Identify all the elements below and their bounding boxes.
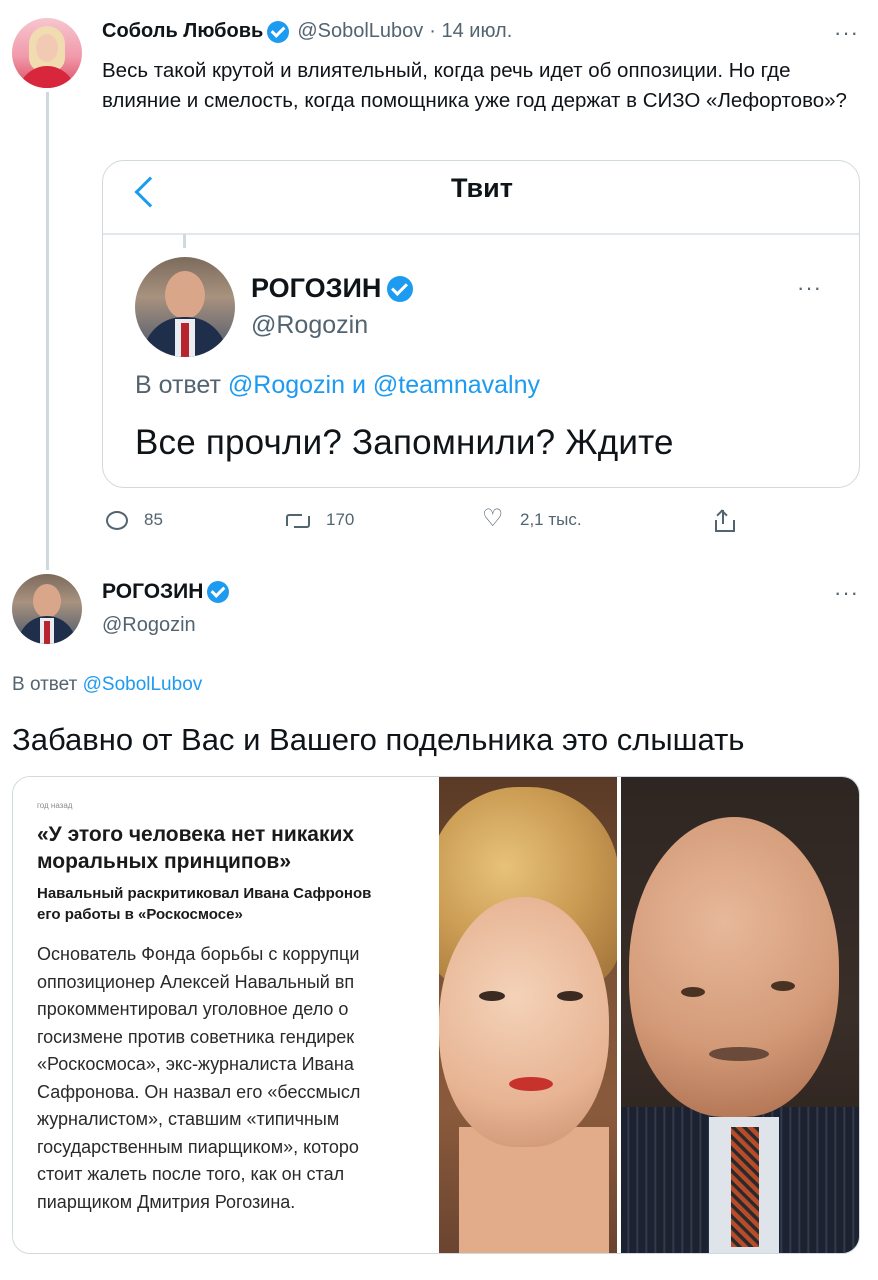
photo-tie: [731, 1127, 759, 1247]
heart-icon: ♡: [482, 505, 504, 532]
article-subtitle-line: его работы в «Роскосмосе»: [37, 906, 243, 923]
tweet2-reply-prefix: В ответ: [12, 674, 78, 695]
article-quote-line: моральных принципов»: [37, 850, 291, 873]
embedded-avatar-rogozin[interactable]: [135, 257, 235, 357]
avatar-rogozin[interactable]: [12, 574, 82, 644]
thread-connector-line: [46, 92, 49, 570]
photo-eye: [771, 981, 795, 991]
photo-eye: [479, 991, 505, 1001]
embedded-reply-and: и: [351, 371, 366, 399]
article-quote: «У этого человека нет никаких моральных …: [37, 821, 439, 875]
tweet1-author-name[interactable]: Соболь Любовь: [102, 20, 263, 43]
article-body-line: государственным пиарщиком», которо: [37, 1136, 359, 1157]
embedded-reply-mention-rogozin[interactable]: @Rogozin: [228, 371, 345, 399]
article-date: год назад: [37, 801, 73, 810]
retweet-icon: [286, 512, 310, 528]
article-body-line: стоит жалеть после того, как он стал: [37, 1164, 345, 1184]
article-body-line: «Роскосмоса», экс-журналиста Ивана: [37, 1054, 354, 1074]
avatar-tie: [44, 621, 50, 644]
verified-badge-icon: [267, 20, 290, 43]
tweet1-date[interactable]: · 14 июл.: [429, 20, 512, 43]
article-body-line: госизмене против советника гендирек: [37, 1026, 355, 1047]
reply-icon: [106, 510, 128, 530]
photo-eye: [557, 991, 583, 1001]
article-subtitle-line: Навальный раскритиковал Ивана Сафронов: [37, 885, 372, 902]
verified-badge-icon: [207, 581, 230, 603]
article-quote-line: «У этого человека нет никаких: [37, 823, 355, 846]
article-body-line: пиарщиком Дмитрия Рогозина.: [37, 1191, 296, 1212]
embedded-header-divider: [103, 233, 859, 235]
like-count: 2,1 тыс.: [520, 510, 582, 529]
article-body-line: журналистом», ставшим «типичным: [37, 1109, 340, 1129]
photo-mustache: [709, 1047, 769, 1061]
retweet-count: 170: [326, 510, 355, 529]
reply-action[interactable]: 85: [106, 510, 163, 530]
tweet1-header: Соболь Любовь @SobolLubov · 14 июл.: [102, 20, 512, 43]
tweet2-text: Забавно от Вас и Вашего подельника это с…: [12, 722, 745, 757]
article-body-line: оппозиционер Алексей Навальный вп: [37, 971, 355, 992]
embedded-tweet-text: Все прочли? Запомнили? Ждите: [135, 423, 674, 462]
tweet1-more-icon[interactable]: ···: [834, 22, 859, 44]
avatar-face: [33, 584, 61, 618]
photo-face: [439, 897, 609, 1147]
article-body: Основатель Фонда борьбы с коррупци оппоз…: [37, 941, 439, 1216]
embedded-reply-prefix: В ответ: [135, 371, 221, 399]
embedded-author-name-row: РОГОЗИН: [251, 273, 414, 304]
tweet2-media-image[interactable]: год назад «У этого человека нет никаких …: [12, 776, 860, 1254]
article-body-line: Сафронова. Он назвал его «бессмысл: [37, 1081, 361, 1102]
tweet2-header: РОГОЗИН: [102, 580, 230, 604]
embedded-thread-stub: [183, 234, 186, 248]
tweet2-more-icon[interactable]: ···: [834, 582, 859, 604]
reply-count: 85: [144, 510, 163, 529]
photo-man: [621, 777, 859, 1253]
embedded-reply-line: В ответ @Rogozin и @teamnavalny: [135, 371, 540, 400]
article-body-line: Основатель Фонда борьбы с коррупци: [37, 944, 360, 964]
embedded-more-icon[interactable]: ···: [797, 277, 822, 299]
tweet1-author-handle[interactable]: @SobolLubov: [297, 20, 423, 43]
photo-eye: [681, 987, 705, 997]
avatar-sobol[interactable]: [12, 18, 82, 88]
article-subtitle: Навальный раскритиковал Ивана Сафронов е…: [37, 883, 439, 925]
tweet2-reply-mention[interactable]: @SobolLubov: [83, 674, 203, 695]
avatar-face: [165, 271, 205, 319]
share-icon: [714, 509, 735, 532]
embedded-author-name[interactable]: РОГОЗИН: [251, 273, 381, 304]
avatar-body: [18, 66, 76, 88]
embedded-author-handle[interactable]: @Rogozin: [251, 311, 368, 340]
embedded-tweet-card[interactable]: Твит РОГОЗИН @Rogozin ··· В ответ @Rogoz…: [102, 160, 860, 488]
tweet2-reply-line: В ответ @SobolLubov: [12, 674, 202, 696]
avatar-face: [36, 34, 58, 62]
article-body-line: прокомментировал уголовное дело о: [37, 999, 349, 1019]
embedded-reply-mention-teamnavalny[interactable]: @teamnavalny: [373, 371, 540, 399]
photo-head: [629, 817, 839, 1117]
tweet2-author-handle[interactable]: @Rogozin: [102, 614, 196, 637]
like-action[interactable]: ♡ 2,1 тыс.: [482, 505, 582, 532]
share-action[interactable]: [714, 509, 750, 532]
avatar-tie: [181, 323, 189, 357]
embedded-header-title: Твит: [451, 173, 513, 203]
tweet2-author-name[interactable]: РОГОЗИН: [102, 580, 203, 604]
retweet-action[interactable]: 170: [286, 510, 354, 530]
article-screenshot: год назад «У этого человека нет никаких …: [13, 777, 439, 1253]
verified-badge-icon: [387, 275, 414, 302]
tweet1-text: Весь такой крутой и влиятельный, когда р…: [102, 59, 847, 112]
photo-lips: [509, 1077, 553, 1091]
photo-woman: [439, 777, 617, 1253]
